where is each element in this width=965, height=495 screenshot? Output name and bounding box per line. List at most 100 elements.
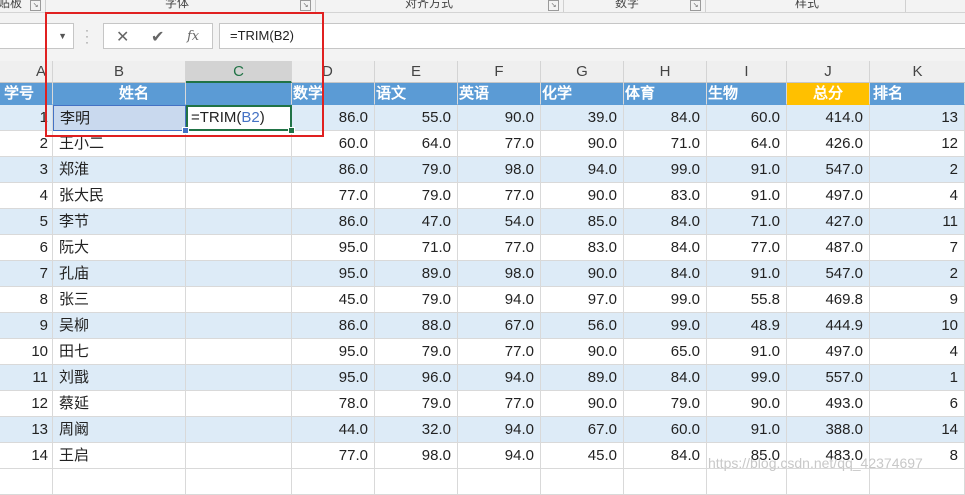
- table-cell-total[interactable]: 497.0: [787, 339, 870, 365]
- table-cell-chemistry[interactable]: 85.0: [541, 209, 624, 235]
- table-cell-name[interactable]: 阮大: [53, 235, 186, 261]
- table-cell-biology[interactable]: 91.0: [707, 417, 787, 443]
- number-launcher-icon[interactable]: ↘: [690, 0, 701, 11]
- table-cell-rank[interactable]: 6: [870, 391, 965, 417]
- table-cell-name[interactable]: 吴柳: [53, 313, 186, 339]
- table-cell-chinese[interactable]: 79.0: [375, 339, 458, 365]
- table-cell-biology[interactable]: 64.0: [707, 131, 787, 157]
- table-cell-chemistry[interactable]: 90.0: [541, 183, 624, 209]
- table-cell-math[interactable]: 77.0: [292, 443, 375, 469]
- table-cell-pe[interactable]: 99.0: [624, 157, 707, 183]
- formula-input[interactable]: =TRIM(B2): [219, 23, 965, 49]
- table-cell-name[interactable]: 张三: [53, 287, 186, 313]
- table-cell-english[interactable]: 77.0: [458, 235, 541, 261]
- table-cell-pe[interactable]: 65.0: [624, 339, 707, 365]
- header-cell-biology[interactable]: 生物: [707, 83, 787, 105]
- table-cell-c[interactable]: [186, 313, 292, 339]
- column-header-f[interactable]: F: [458, 61, 541, 83]
- table-cell-id[interactable]: 7: [0, 261, 53, 287]
- table-cell-empty[interactable]: [870, 469, 965, 495]
- table-cell-biology[interactable]: 48.9: [707, 313, 787, 339]
- table-cell-total[interactable]: 469.8: [787, 287, 870, 313]
- column-header-j[interactable]: J: [787, 61, 870, 83]
- table-cell-c[interactable]: [186, 443, 292, 469]
- table-cell-c[interactable]: [186, 235, 292, 261]
- table-cell-total[interactable]: 487.0: [787, 235, 870, 261]
- table-cell-english[interactable]: 54.0: [458, 209, 541, 235]
- table-cell-biology[interactable]: 91.0: [707, 183, 787, 209]
- table-cell-rank[interactable]: 14: [870, 417, 965, 443]
- table-cell-chemistry[interactable]: 90.0: [541, 131, 624, 157]
- table-cell-chemistry[interactable]: 94.0: [541, 157, 624, 183]
- table-cell-empty[interactable]: [0, 469, 53, 495]
- table-cell-english[interactable]: 94.0: [458, 443, 541, 469]
- column-header-e[interactable]: E: [375, 61, 458, 83]
- column-header-k[interactable]: K: [870, 61, 965, 83]
- table-cell-chemistry[interactable]: 45.0: [541, 443, 624, 469]
- table-cell-chinese[interactable]: 71.0: [375, 235, 458, 261]
- table-cell-biology[interactable]: 77.0: [707, 235, 787, 261]
- table-cell-biology[interactable]: 91.0: [707, 157, 787, 183]
- table-cell-total[interactable]: 426.0: [787, 131, 870, 157]
- table-cell-empty[interactable]: [541, 469, 624, 495]
- table-cell-chemistry[interactable]: 97.0: [541, 287, 624, 313]
- table-cell-math[interactable]: 95.0: [292, 261, 375, 287]
- table-cell-pe[interactable]: 84.0: [624, 105, 707, 131]
- table-cell-id[interactable]: 9: [0, 313, 53, 339]
- table-cell-empty[interactable]: [375, 469, 458, 495]
- table-cell-name[interactable]: 刘戬: [53, 365, 186, 391]
- table-cell-c[interactable]: [186, 287, 292, 313]
- table-cell-total[interactable]: 547.0: [787, 157, 870, 183]
- table-cell-chinese[interactable]: 79.0: [375, 157, 458, 183]
- table-cell-name[interactable]: 田七: [53, 339, 186, 365]
- table-cell-pe[interactable]: 71.0: [624, 131, 707, 157]
- table-cell-rank[interactable]: 7: [870, 235, 965, 261]
- header-cell-total[interactable]: 总分: [787, 83, 870, 105]
- table-cell-pe[interactable]: 84.0: [624, 261, 707, 287]
- table-cell-math[interactable]: 78.0: [292, 391, 375, 417]
- table-cell-english[interactable]: 77.0: [458, 339, 541, 365]
- table-cell-math[interactable]: 86.0: [292, 313, 375, 339]
- table-cell-math[interactable]: 45.0: [292, 287, 375, 313]
- table-cell-chinese[interactable]: 79.0: [375, 287, 458, 313]
- table-cell-english[interactable]: 77.0: [458, 183, 541, 209]
- table-cell-total[interactable]: 388.0: [787, 417, 870, 443]
- table-cell-english[interactable]: 67.0: [458, 313, 541, 339]
- table-cell-rank[interactable]: 4: [870, 183, 965, 209]
- table-cell-english[interactable]: 94.0: [458, 287, 541, 313]
- table-cell-english[interactable]: 77.0: [458, 391, 541, 417]
- table-cell-math[interactable]: 95.0: [292, 365, 375, 391]
- table-cell-rank[interactable]: 2: [870, 157, 965, 183]
- table-cell-chemistry[interactable]: 90.0: [541, 391, 624, 417]
- table-cell-c[interactable]: [186, 261, 292, 287]
- table-cell-math[interactable]: 44.0: [292, 417, 375, 443]
- table-cell-id[interactable]: 3: [0, 157, 53, 183]
- table-cell-pe[interactable]: 83.0: [624, 183, 707, 209]
- table-cell-name[interactable]: 张大民: [53, 183, 186, 209]
- table-cell-chemistry[interactable]: 90.0: [541, 261, 624, 287]
- table-cell-total[interactable]: 557.0: [787, 365, 870, 391]
- table-cell-pe[interactable]: 79.0: [624, 391, 707, 417]
- table-cell-total[interactable]: 547.0: [787, 261, 870, 287]
- table-cell-chemistry[interactable]: 89.0: [541, 365, 624, 391]
- table-cell-chinese[interactable]: 89.0: [375, 261, 458, 287]
- table-cell-chinese[interactable]: 47.0: [375, 209, 458, 235]
- table-cell-chemistry[interactable]: 83.0: [541, 235, 624, 261]
- table-cell-name[interactable]: 周阚: [53, 417, 186, 443]
- table-cell-empty[interactable]: [458, 469, 541, 495]
- header-cell-chemistry[interactable]: 化学: [541, 83, 624, 105]
- table-cell-id[interactable]: 14: [0, 443, 53, 469]
- table-cell-pe[interactable]: 99.0: [624, 313, 707, 339]
- table-cell-c[interactable]: [186, 183, 292, 209]
- table-cell-total[interactable]: 493.0: [787, 391, 870, 417]
- table-cell-pe[interactable]: 99.0: [624, 287, 707, 313]
- table-cell-c[interactable]: [186, 209, 292, 235]
- table-cell-c[interactable]: [186, 365, 292, 391]
- table-cell-empty[interactable]: [624, 469, 707, 495]
- table-cell-id[interactable]: 11: [0, 365, 53, 391]
- table-cell-id[interactable]: 10: [0, 339, 53, 365]
- table-cell-name[interactable]: 郑淮: [53, 157, 186, 183]
- header-cell-pe[interactable]: 体育: [624, 83, 707, 105]
- table-cell-math[interactable]: 77.0: [292, 183, 375, 209]
- table-cell-chemistry[interactable]: 90.0: [541, 339, 624, 365]
